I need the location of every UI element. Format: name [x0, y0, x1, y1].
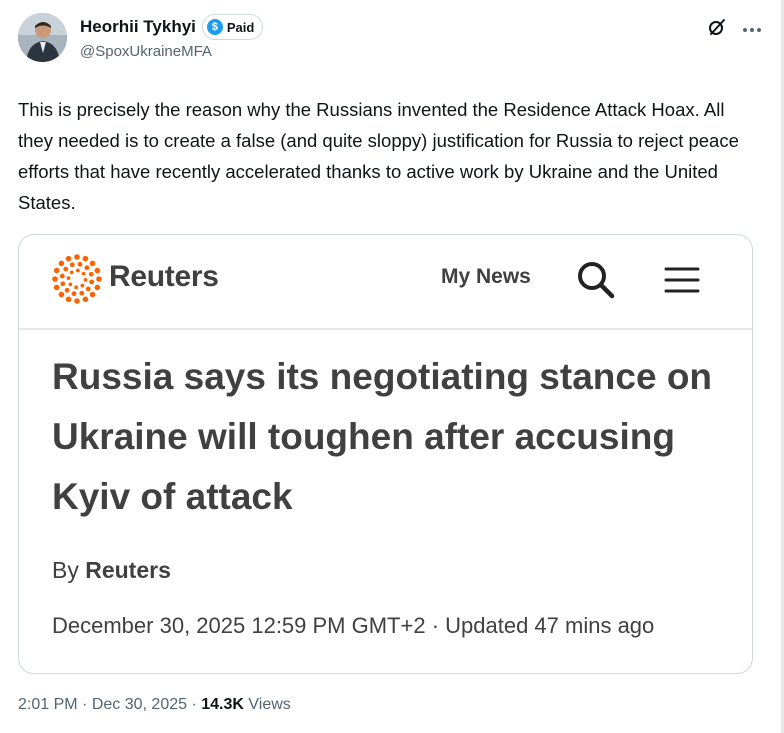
author-handle[interactable]: @SpoxUkraineMFA — [80, 43, 212, 60]
brand-name: Reuters — [109, 260, 219, 293]
avatar[interactable] — [18, 13, 67, 62]
menu-icon[interactable] — [664, 265, 700, 295]
meta-separator: · — [191, 696, 197, 713]
tweet-meta: 2:01 PM · Dec 30, 2025 · 14.3K Views — [18, 696, 291, 714]
article-dateline: December 30, 2025 12:59 PM GMT+2 · Updat… — [52, 613, 655, 638]
reuters-logo-icon — [52, 254, 102, 304]
grok-icon[interactable] — [706, 16, 728, 38]
tweet-date[interactable]: Dec 30, 2025 — [92, 696, 187, 713]
byline-prefix: By — [52, 557, 79, 583]
article-headline[interactable]: Russia says its negotiating stance on Uk… — [52, 347, 732, 527]
views-count: 14.3K — [201, 696, 244, 713]
paid-badge-label: Paid — [226, 19, 255, 35]
author-row: Heorhii Tykhyi $ Paid — [80, 14, 264, 40]
byline-author: Reuters — [85, 557, 171, 583]
paid-badge[interactable]: $ Paid — [201, 14, 264, 40]
dollar-coin-icon: $ — [206, 19, 223, 35]
my-news-link[interactable]: My News — [441, 265, 531, 289]
link-card[interactable]: Reuters My News Russia says its negotiat… — [18, 234, 753, 674]
tweet-time[interactable]: 2:01 PM — [18, 696, 78, 713]
meta-separator: · — [82, 696, 88, 713]
reuters-header: Reuters My News — [19, 235, 752, 330]
author-name[interactable]: Heorhii Tykhyi — [80, 17, 196, 37]
more-icon[interactable] — [742, 17, 762, 37]
tweet-actions-top — [706, 16, 762, 38]
search-icon[interactable] — [574, 258, 618, 302]
tweet-text: This is precisely the reason why the Rus… — [18, 99, 739, 213]
views-label: Views — [248, 696, 291, 713]
article-byline: By Reuters — [52, 557, 171, 584]
